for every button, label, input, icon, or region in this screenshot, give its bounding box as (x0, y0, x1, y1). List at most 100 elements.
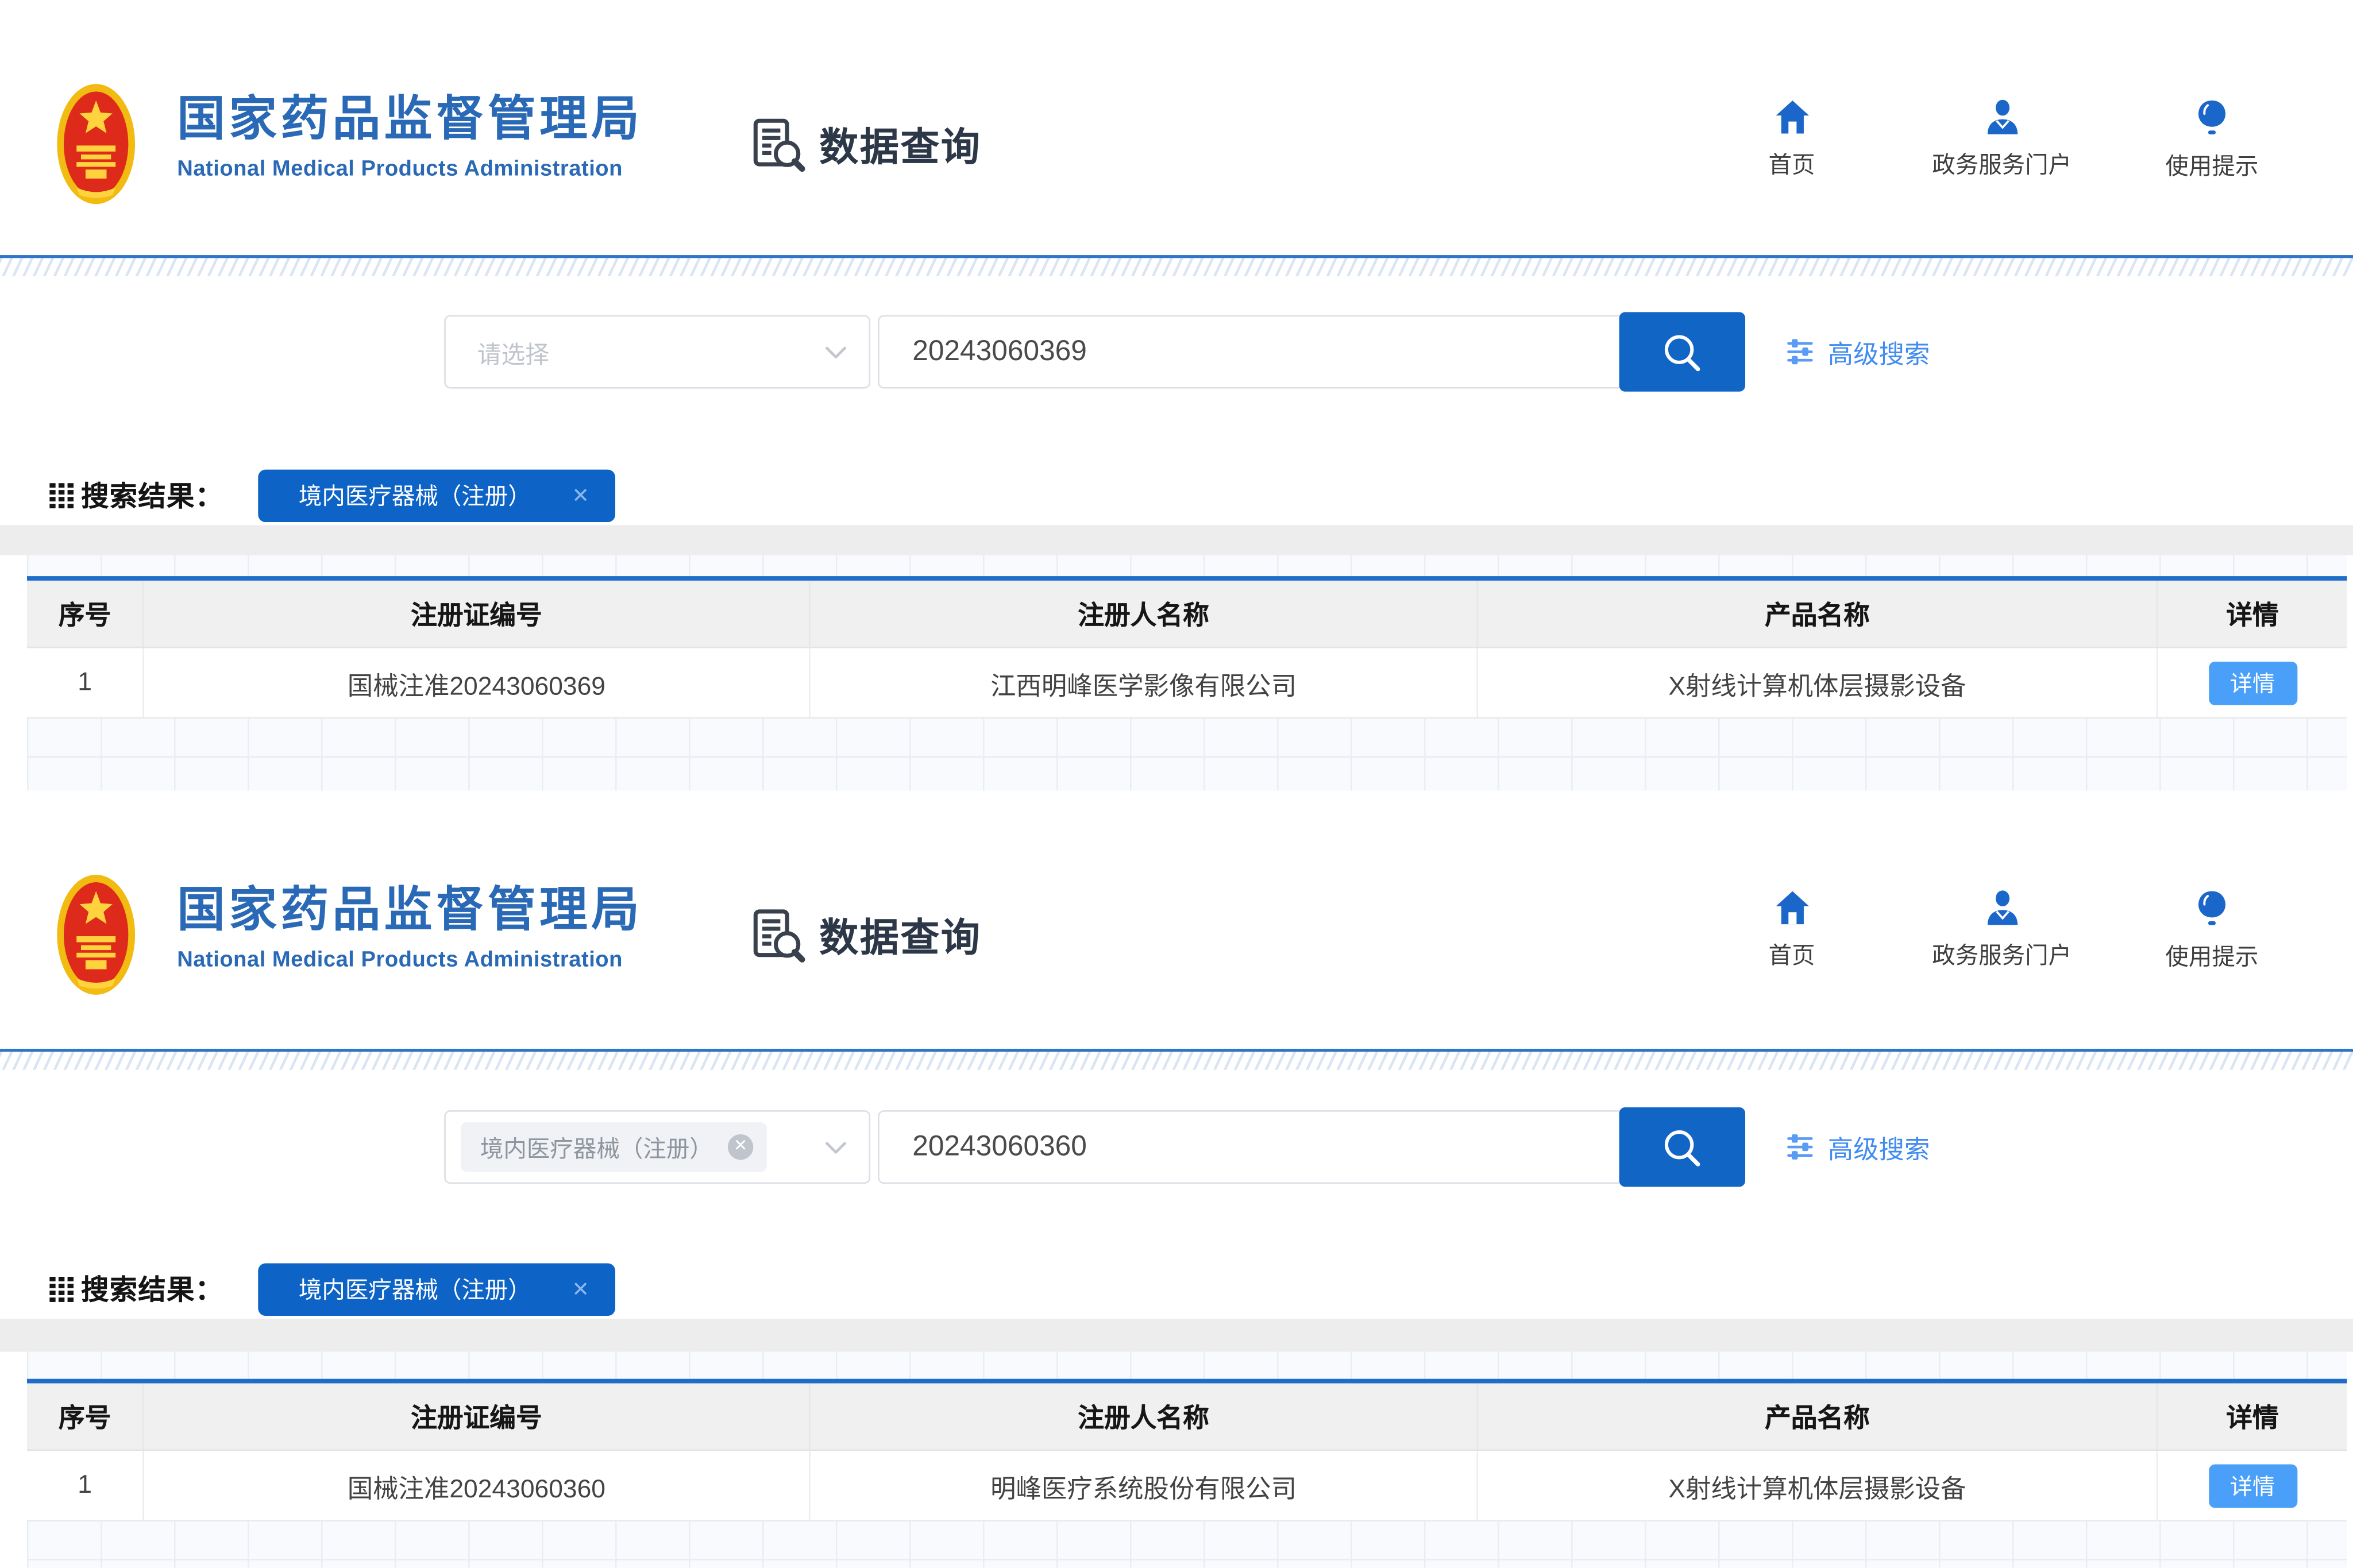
header-nav: 首页 政务服务门户 使用提示 (1654, 99, 2284, 181)
cell-detail: 详情 (2158, 648, 2347, 717)
data-query-icon (749, 115, 806, 172)
brand-title-en: National Medical Products Administration (177, 157, 643, 181)
filter-tag: 境内医疗器械（注册） ✕ (258, 1262, 615, 1315)
page: 国家药品监督管理局 National Medical Products Admi… (0, 0, 2353, 1568)
grid-icon (49, 482, 74, 508)
brand-title-cn: 国家药品监督管理局 (177, 95, 643, 143)
search-bar: 请选择 (444, 315, 1930, 389)
selected-category-chip: 境内医疗器械（注册） ✕ (461, 1122, 767, 1172)
home-icon (1772, 99, 1812, 135)
app-title-block: 数据查询 (749, 115, 982, 172)
advanced-search-label: 高级搜索 (1828, 333, 1930, 370)
chevron-down-icon (824, 345, 848, 360)
grid-background (27, 719, 2347, 790)
col-header-index: 序号 (27, 1383, 144, 1449)
detail-button[interactable]: 详情 (2208, 661, 2297, 705)
section-separator (0, 525, 2353, 555)
cell-index: 1 (27, 648, 144, 717)
header-nav: 首页 政务服务门户 使用提示 (1654, 890, 2284, 972)
brand-title-cn: 国家药品监督管理局 (177, 885, 643, 933)
cell-index: 1 (27, 1451, 144, 1520)
grid-icon (49, 1276, 74, 1301)
nav-label: 使用提示 (2165, 149, 2258, 181)
col-header-product: 产品名称 (1478, 1383, 2158, 1449)
nav-label: 政务服务门户 (1932, 938, 2072, 971)
nav-item-portal[interactable]: 政务服务门户 (1930, 890, 2074, 972)
filter-sliders-icon (1786, 1133, 1815, 1161)
nav-item-tips[interactable]: 使用提示 (2140, 99, 2284, 181)
detail-button[interactable]: 详情 (2208, 1463, 2297, 1507)
search-button[interactable] (1619, 312, 1745, 391)
advanced-search-link[interactable]: 高级搜索 (1786, 315, 1930, 389)
filter-tag-label: 境内医疗器械（注册） (299, 1272, 531, 1305)
nav-item-home[interactable]: 首页 (1720, 99, 1864, 181)
grid-background (27, 1352, 2347, 1379)
search-input-wrap (878, 315, 1619, 389)
category-select[interactable]: 请选择 (444, 315, 870, 389)
cell-registrant: 江西明峰医学影像有限公司 (811, 648, 1478, 717)
national-emblem-icon (56, 83, 137, 206)
site-logo[interactable]: 国家药品监督管理局 National Medical Products Admi… (56, 873, 643, 996)
user-icon (1983, 99, 2020, 135)
col-header-detail: 详情 (2158, 581, 2347, 647)
site-logo[interactable]: 国家药品监督管理局 National Medical Products Admi… (56, 83, 643, 206)
header-divider (0, 1049, 2353, 1070)
close-icon[interactable]: ✕ (572, 482, 589, 508)
capture-session-1: 国家药品监督管理局 National Medical Products Admi… (0, 0, 2353, 791)
chip-label: 境内医疗器械（注册） (480, 1130, 713, 1163)
search-icon (1660, 1125, 1704, 1169)
nav-item-tips[interactable]: 使用提示 (2140, 890, 2284, 972)
nav-label: 首页 (1768, 938, 1815, 971)
search-input-wrap (878, 1110, 1619, 1184)
close-icon[interactable]: ✕ (572, 1276, 589, 1301)
grid-background (27, 555, 2347, 577)
chevron-down-icon (824, 1140, 848, 1154)
filter-sliders-icon (1786, 338, 1815, 366)
capture-session-2: 国家药品监督管理局 National Medical Products Admi… (0, 791, 2353, 1568)
filter-tag: 境内医疗器械（注册） ✕ (258, 469, 615, 521)
nav-item-home[interactable]: 首页 (1720, 890, 1864, 972)
category-select[interactable]: 境内医疗器械（注册） ✕ (444, 1110, 870, 1184)
advanced-search-link[interactable]: 高级搜索 (1786, 1110, 1930, 1184)
advanced-search-label: 高级搜索 (1828, 1128, 1930, 1165)
chip-close-icon[interactable]: ✕ (728, 1134, 753, 1160)
brand-text: 国家药品监督管理局 National Medical Products Admi… (177, 83, 643, 181)
table-row: 1 国械注准20243060360 明峰医疗系统股份有限公司 X射线计算机体层摄… (27, 1451, 2347, 1521)
results-label: 搜索结果： (81, 1269, 223, 1308)
cell-reg-no: 国械注准20243060360 (144, 1451, 811, 1520)
table-header-row: 序号 注册证编号 注册人名称 产品名称 详情 (27, 581, 2347, 648)
brand-title-en: National Medical Products Administration (177, 948, 643, 972)
cell-reg-no: 国械注准20243060369 (144, 648, 811, 717)
grid-background (27, 1521, 2347, 1568)
search-button[interactable] (1619, 1107, 1745, 1187)
col-header-registrant: 注册人名称 (811, 1383, 1478, 1449)
data-query-icon (749, 906, 806, 963)
cell-product: X射线计算机体层摄影设备 (1478, 1451, 2158, 1520)
results-table: 序号 注册证编号 注册人名称 产品名称 详情 1 国械注准20243060360… (27, 1379, 2347, 1568)
app-title: 数据查询 (819, 116, 981, 172)
search-query-input[interactable] (880, 316, 1619, 387)
filter-tag-label: 境内医疗器械（注册） (299, 478, 531, 511)
col-header-reg-no: 注册证编号 (144, 581, 811, 647)
col-header-reg-no: 注册证编号 (144, 1383, 811, 1449)
national-emblem-icon (56, 873, 137, 996)
nav-item-portal[interactable]: 政务服务门户 (1930, 99, 2074, 181)
bulb-icon (2196, 890, 2228, 927)
nav-label: 使用提示 (2165, 939, 2258, 972)
site-header: 国家药品监督管理局 National Medical Products Admi… (0, 0, 2353, 255)
nav-label: 首页 (1768, 147, 1815, 180)
search-icon (1660, 329, 1704, 374)
brand-text: 国家药品监督管理局 National Medical Products Admi… (177, 873, 643, 972)
cell-detail: 详情 (2158, 1451, 2347, 1520)
select-placeholder: 请选择 (477, 334, 549, 370)
user-icon (1983, 890, 2020, 926)
cell-product: X射线计算机体层摄影设备 (1478, 648, 2158, 717)
search-query-input[interactable] (880, 1112, 1619, 1183)
col-header-detail: 详情 (2158, 1383, 2347, 1449)
site-header: 国家药品监督管理局 National Medical Products Admi… (0, 791, 2353, 1049)
nav-label: 政务服务门户 (1932, 147, 2072, 180)
cell-registrant: 明峰医疗系统股份有限公司 (811, 1451, 1478, 1520)
header-divider (0, 255, 2353, 276)
table-header-row: 序号 注册证编号 注册人名称 产品名称 详情 (27, 1383, 2347, 1451)
col-header-registrant: 注册人名称 (811, 581, 1478, 647)
